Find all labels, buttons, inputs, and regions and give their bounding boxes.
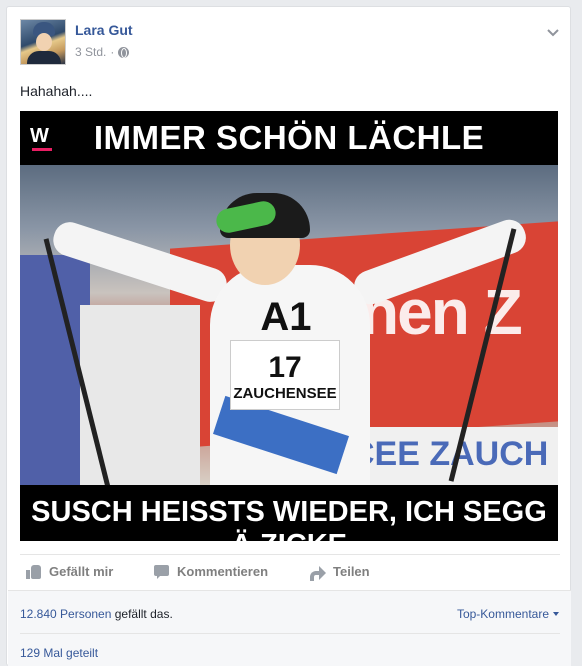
author-name[interactable]: Lara Gut — [75, 22, 133, 38]
top-comments-dropdown[interactable]: Top-Kommentare — [457, 607, 559, 621]
post-header: Lara Gut 3 Std. · — [20, 19, 560, 69]
avatar-face — [36, 33, 52, 51]
post-image[interactable]: W IMMER SCHÖN LÄCHLE nen Z CEE ZAUCH A1 … — [20, 111, 558, 541]
comment-button[interactable]: Kommentieren — [154, 564, 268, 579]
share-arrow-icon — [310, 565, 326, 581]
meta-separator: · — [110, 45, 115, 59]
likes-summary: 12.840 Personen gefällt das. — [20, 607, 173, 621]
race-bib: A1 17 ZAUCHENSEE — [230, 295, 340, 410]
share-label: Teilen — [333, 564, 370, 579]
author-avatar[interactable] — [20, 19, 66, 65]
post-meta: 3 Std. · — [75, 45, 130, 59]
image-bottom-caption: SUSCH HEISSTS WIEDER, ICH SEGG Ä ZICKE — [31, 496, 547, 541]
bib-sponsor: A1 — [260, 295, 312, 339]
footer-divider — [20, 633, 560, 634]
image-bottom-band: SUSCH HEISSTS WIEDER, ICH SEGG Ä ZICKE — [20, 485, 558, 541]
likes-suffix: gefällt das. — [111, 607, 173, 621]
post-timestamp[interactable]: 3 Std. — [75, 45, 106, 59]
post-footer: 12.840 Personen gefällt das. Top-Komment… — [8, 590, 571, 666]
post-card: Lara Gut 3 Std. · Hahahah.... W IMMER SC… — [6, 6, 571, 666]
comment-icon — [154, 564, 170, 579]
like-label: Gefällt mir — [49, 564, 114, 579]
avatar-body — [27, 51, 61, 64]
thumbs-up-icon — [26, 564, 42, 579]
chevron-down-icon[interactable] — [546, 25, 560, 39]
globe-icon[interactable] — [118, 46, 130, 58]
shares-count-link[interactable]: 129 Mal geteilt — [20, 646, 98, 660]
bib-number: 17 — [268, 351, 302, 384]
comment-label: Kommentieren — [177, 564, 269, 579]
post-text: Hahahah.... — [20, 83, 93, 99]
banner-low-text: CEE ZAUCH — [350, 435, 549, 473]
image-top-caption: IMMER SCHÖN LÄCHLE — [93, 119, 485, 156]
caret-down-icon — [553, 612, 559, 616]
image-top-band: W IMMER SCHÖN LÄCHLE — [20, 111, 558, 165]
action-bar: Gefällt mir Kommentieren Teilen — [20, 554, 560, 588]
like-button[interactable]: Gefällt mir — [26, 564, 113, 579]
top-comments-label: Top-Kommentare — [456, 607, 549, 621]
share-button[interactable]: Teilen — [310, 564, 370, 581]
skier-photo: nen Z CEE ZAUCH A1 17 ZAUCHENSEE — [20, 165, 558, 485]
bib-town: ZAUCHENSEE — [233, 385, 337, 402]
likes-count-link[interactable]: 12.840 Personen — [20, 607, 111, 621]
